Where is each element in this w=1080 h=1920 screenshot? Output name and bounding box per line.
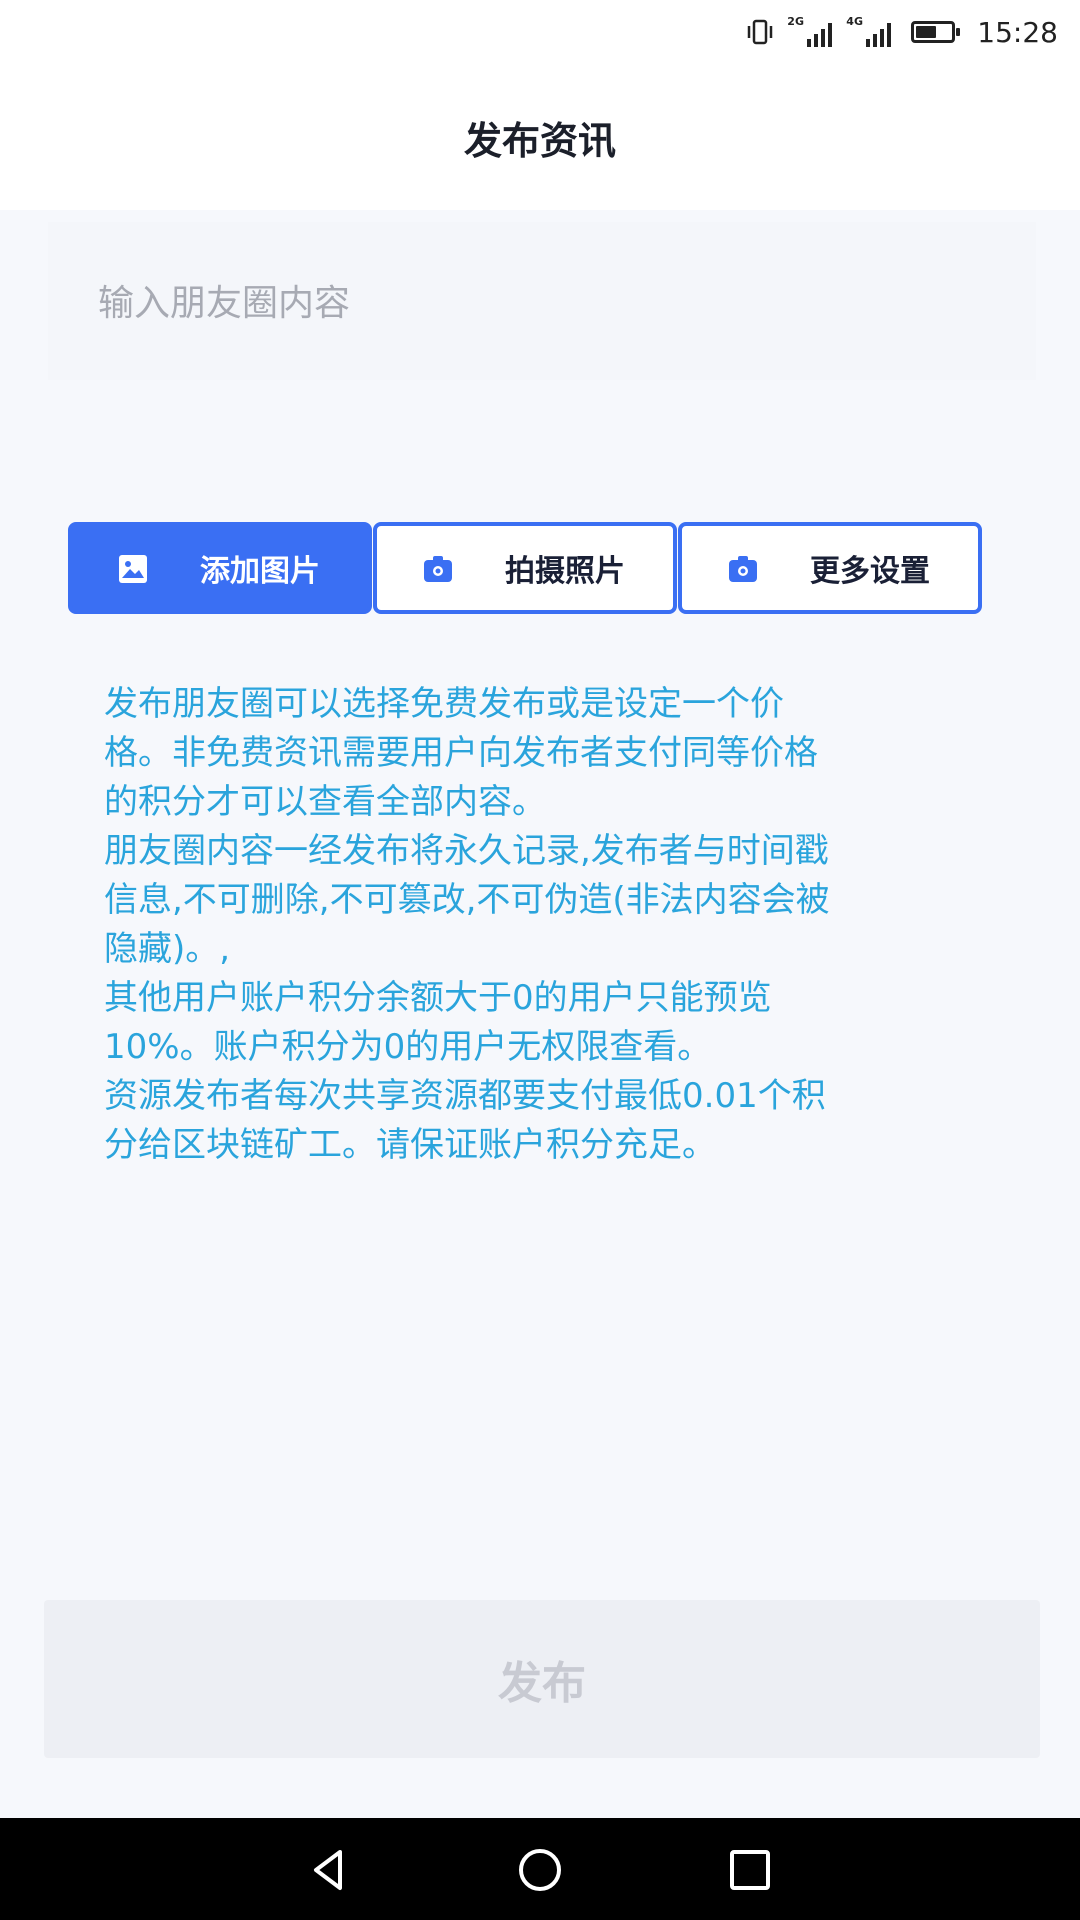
more-settings-label: 更多设置: [810, 554, 930, 589]
home-icon[interactable]: [512, 1842, 568, 1898]
status-bar: 2G 4G 15:28: [0, 0, 1080, 64]
info-line: 10%。账户积分为0的用户无权限查看。: [104, 1027, 712, 1067]
publish-label: 发布: [498, 1658, 586, 1709]
info-line: 其他用户账户积分余额大于0的用户只能预览: [104, 978, 772, 1018]
signal-2g-icon: 2G: [787, 15, 833, 47]
content-input[interactable]: 输入朋友圈内容: [48, 222, 1036, 380]
action-buttons: 添加图片 拍摄照片 更多设置: [68, 522, 982, 614]
more-settings-button[interactable]: 更多设置: [678, 522, 982, 614]
info-line: 资源发布者每次共享资源都要支付最低0.01个积: [104, 1076, 826, 1116]
battery-level: [916, 26, 937, 38]
take-photo-button[interactable]: 拍摄照片: [373, 522, 677, 614]
vibrate-icon: [748, 19, 773, 45]
publish-info-text: 发布朋友圈可以选择免费发布或是设定一个价 格。非免费资讯需要用户向发布者支付同等…: [104, 680, 964, 1170]
network-type-label: 4G: [846, 15, 863, 28]
page-title: 发布资讯: [463, 118, 616, 163]
publish-button[interactable]: 发布: [44, 1600, 1040, 1758]
info-line: 分给区块链矿工。请保证账户积分充足。: [104, 1125, 716, 1165]
take-photo-label: 拍摄照片: [505, 554, 625, 589]
signal-4g-icon: 4G: [846, 15, 892, 47]
info-line: 发布朋友圈可以选择免费发布或是设定一个价: [104, 684, 784, 724]
content-input-placeholder: 输入朋友圈内容: [98, 283, 351, 324]
battery-icon: [911, 21, 961, 43]
back-icon[interactable]: [302, 1842, 358, 1898]
info-line: 的积分才可以查看全部内容。: [104, 782, 546, 822]
add-image-label: 添加图片: [200, 554, 320, 589]
system-nav-bar: [0, 1818, 1080, 1920]
clock: 15:28: [977, 15, 1058, 49]
recents-icon[interactable]: [722, 1842, 778, 1898]
add-image-button[interactable]: 添加图片: [68, 522, 372, 614]
info-line: 朋友圈内容一经发布将永久记录,发布者与时间戳: [104, 831, 829, 871]
info-line: 隐藏)。,: [104, 929, 231, 969]
network-type-label: 2G: [787, 15, 804, 28]
info-line: 信息,不可删除,不可篡改,不可伪造(非法内容会被: [104, 880, 830, 920]
header: 发布资讯: [0, 64, 1080, 210]
info-line: 格。非免费资讯需要用户向发布者支付同等价格: [104, 733, 818, 773]
status-icons: 2G 4G 15:28: [747, 15, 1058, 49]
